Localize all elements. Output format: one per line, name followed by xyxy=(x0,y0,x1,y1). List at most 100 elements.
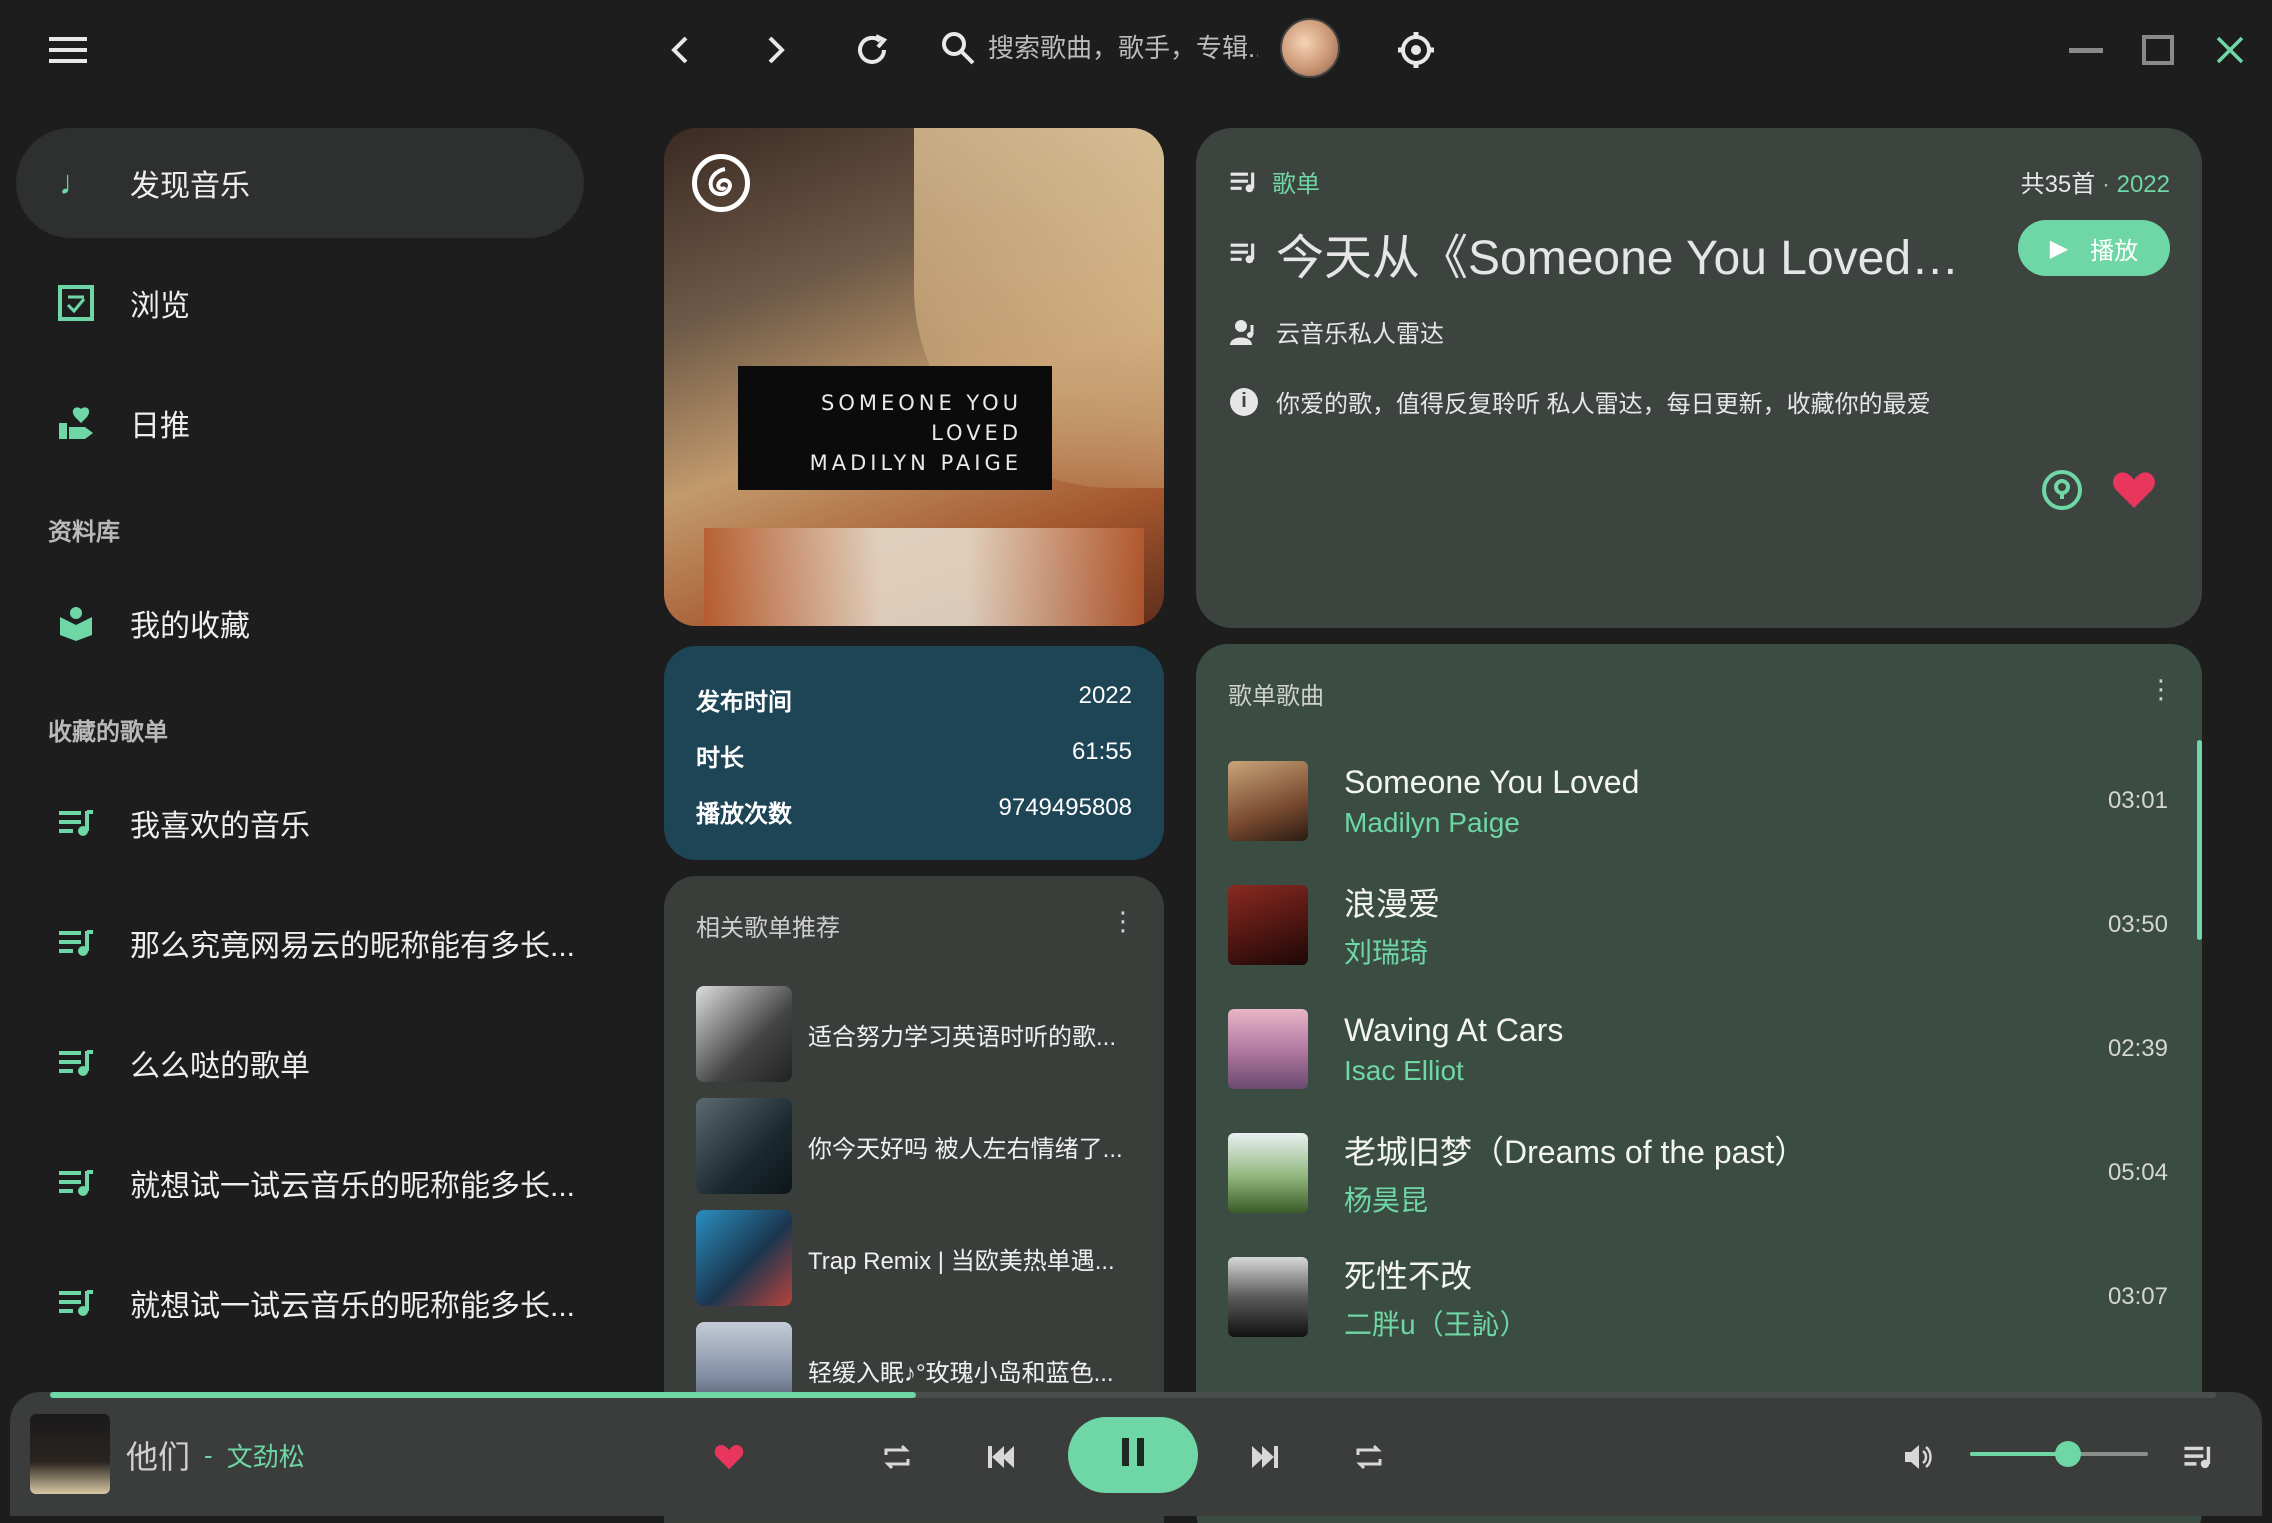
creator-name: 云音乐私人雷达 xyxy=(1276,321,1444,348)
refresh-icon[interactable] xyxy=(842,20,902,80)
title-bar xyxy=(0,0,2272,100)
maximize-icon[interactable] xyxy=(2128,20,2188,80)
cover-caption-line: MADILYN PAIGE xyxy=(809,451,1022,475)
sidebar-item-label: 日推 xyxy=(130,410,190,443)
now-playing-title: 他们 xyxy=(126,1439,191,1475)
close-icon[interactable] xyxy=(2200,20,2260,80)
sidebar-playlist-item[interactable]: 就想试一试云音乐的昵称能多长... xyxy=(16,1248,584,1358)
sidebar-item-browse[interactable]: 浏览 xyxy=(16,248,584,358)
related-item[interactable]: 适合努力学习英语时听的歌... xyxy=(696,984,1116,1084)
playlist-icon xyxy=(56,1043,96,1083)
pause-icon xyxy=(1122,1436,1144,1475)
song-title: Someone You Loved xyxy=(1344,763,1640,800)
recommend-icon xyxy=(56,403,96,443)
volume-knob[interactable] xyxy=(2054,1441,2081,1467)
scrollbar[interactable] xyxy=(2197,740,2202,940)
release-row: 发布时间 2022 xyxy=(696,682,1132,717)
playlist-icon xyxy=(56,923,96,963)
hamburger-menu-icon[interactable] xyxy=(38,20,98,80)
like-icon[interactable] xyxy=(694,1422,764,1492)
sidebar-playlist-item[interactable]: 我喜欢的音乐 xyxy=(16,768,584,878)
progress-fill xyxy=(50,1392,917,1398)
sidebar-item-daily[interactable]: 日推 xyxy=(16,368,584,478)
song-thumb xyxy=(1228,1257,1308,1337)
sidebar-item-label: 浏览 xyxy=(130,290,190,323)
song-title: 浪漫爱 xyxy=(1344,886,1441,922)
pause-button[interactable] xyxy=(1068,1417,1198,1493)
song-row[interactable]: Someone You Loved Madilyn Paige 03:01 xyxy=(1228,746,2168,856)
description-text: 你爱的歌，值得反复聆听 私人雷达，每日更新，收藏你的最爱 xyxy=(1276,391,1931,418)
sidebar-item-discover[interactable]: ♩ 发现音乐 xyxy=(16,128,584,238)
queue-icon[interactable] xyxy=(2164,1422,2234,1492)
minimize-icon[interactable] xyxy=(2056,20,2116,80)
library-section-title: 资料库 xyxy=(48,519,120,546)
song-title: 老城旧梦（Dreams of the past） xyxy=(1344,1134,1807,1170)
song-artist[interactable]: Madilyn Paige xyxy=(1344,807,2108,839)
song-duration: 03:01 xyxy=(2107,787,2168,814)
sidebar-playlist-item[interactable]: 那么究竟网易云的昵称能有多长... xyxy=(16,888,584,998)
song-artist[interactable]: 二胖u（王訫） xyxy=(1344,1303,2108,1343)
sidebar-item-label: 我喜欢的音乐 xyxy=(130,810,310,843)
related-label: 适合努力学习英语时听的歌... xyxy=(808,1023,1117,1051)
search-bar[interactable] xyxy=(940,18,1270,78)
sidebar-item-label: 就想试一试云音乐的昵称能多长... xyxy=(130,1170,576,1203)
song-row[interactable]: Waving At Cars Isac Elliot 02:39 xyxy=(1228,994,2168,1104)
sidebar-item-label: 那么究竟网易云的昵称能有多长... xyxy=(130,930,576,963)
songs-title: 歌单歌曲 xyxy=(1228,683,1324,710)
now-playing-artist[interactable]: 文劲松 xyxy=(227,1437,305,1474)
song-artist[interactable]: 杨昊昆 xyxy=(1344,1179,2108,1219)
song-row[interactable]: 浪漫爱 刘瑞琦 03:50 xyxy=(1228,870,2168,980)
search-input[interactable] xyxy=(988,32,1258,64)
chevron-right-icon[interactable] xyxy=(746,20,806,80)
playlist-title: 今天从《Someone You Loved》... xyxy=(1276,232,1990,285)
duration-key: 时长 xyxy=(696,745,744,772)
related-thumb xyxy=(696,1210,792,1306)
song-duration: 02:39 xyxy=(2107,1035,2168,1062)
location-icon[interactable] xyxy=(2038,466,2086,514)
song-row[interactable]: 老城旧梦（Dreams of the past） 杨昊昆 05:04 xyxy=(1228,1118,2168,1228)
song-title: 死性不改 xyxy=(1344,1258,1473,1294)
play-playlist-button[interactable]: ▶ 播放 xyxy=(2018,220,2170,276)
song-thumb xyxy=(1228,1009,1308,1089)
playlist-icon xyxy=(1230,171,1258,193)
sidebar-item-collection[interactable]: 我的收藏 xyxy=(16,568,584,678)
sidebar: ♩ 发现音乐 浏览 日推 资料库 我的收藏 收藏的歌单 我喜欢的音乐 那么究竟网… xyxy=(0,110,600,1390)
chevron-left-icon[interactable] xyxy=(650,20,710,80)
song-artist[interactable]: Isac Elliot xyxy=(1344,1055,2108,1087)
playlist-type-label: 歌单 xyxy=(1272,171,1320,198)
plays-row: 播放次数 9749495808 xyxy=(696,794,1132,829)
avatar[interactable] xyxy=(1280,18,1340,78)
playlist-year: 2022 xyxy=(2116,171,2170,198)
playlist-creator[interactable]: 云音乐私人雷达 xyxy=(1230,314,1444,349)
next-icon[interactable] xyxy=(1230,1422,1300,1492)
sidebar-playlist-item[interactable]: 么么哒的歌单 xyxy=(16,1008,584,1118)
plays-key: 播放次数 xyxy=(696,801,792,828)
play-icon: ▶ xyxy=(2049,234,2069,262)
playlist-info-card: 歌单 共35首 · 2022 今天从《Someone You Loved》...… xyxy=(1196,128,2202,628)
sidebar-item-label: 发现音乐 xyxy=(130,170,250,203)
more-vert-icon[interactable]: ⋮ xyxy=(2148,674,2174,705)
playlists-section-title: 收藏的歌单 xyxy=(48,719,168,746)
volume-fill xyxy=(1970,1452,2068,1456)
netease-logo-icon xyxy=(692,154,750,212)
sidebar-playlist-item[interactable]: 就想试一试云音乐的昵称能多长... xyxy=(16,1128,584,1238)
song-thumb xyxy=(1228,761,1308,841)
song-thumb xyxy=(1228,1133,1308,1213)
repeat-icon[interactable] xyxy=(862,1422,932,1492)
related-item[interactable]: 你今天好吗 被人左右情绪了... xyxy=(696,1096,1123,1196)
heart-icon[interactable] xyxy=(2110,466,2158,514)
previous-icon[interactable] xyxy=(966,1422,1036,1492)
playlist-meta-card: 发布时间 2022 时长 61:55 播放次数 9749495808 xyxy=(664,646,1164,860)
related-item[interactable]: Trap Remix | 当欧美热单遇... xyxy=(696,1208,1115,1308)
shuffle-icon[interactable] xyxy=(1334,1422,1404,1492)
gear-icon[interactable] xyxy=(1386,20,1446,80)
song-row[interactable]: 死性不改 二胖u（王訫） 03:07 xyxy=(1228,1242,2168,1352)
more-vert-icon[interactable]: ⋮ xyxy=(1110,906,1136,937)
search-icon[interactable] xyxy=(940,30,976,66)
sidebar-item-label: 我的收藏 xyxy=(130,610,250,643)
related-label: 你今天好吗 被人左右情绪了... xyxy=(808,1135,1123,1163)
song-artist[interactable]: 刘瑞琦 xyxy=(1344,931,2108,971)
now-playing-thumb[interactable] xyxy=(30,1414,110,1494)
volume-icon[interactable] xyxy=(1884,1422,1954,1492)
release-key: 发布时间 xyxy=(696,689,792,716)
